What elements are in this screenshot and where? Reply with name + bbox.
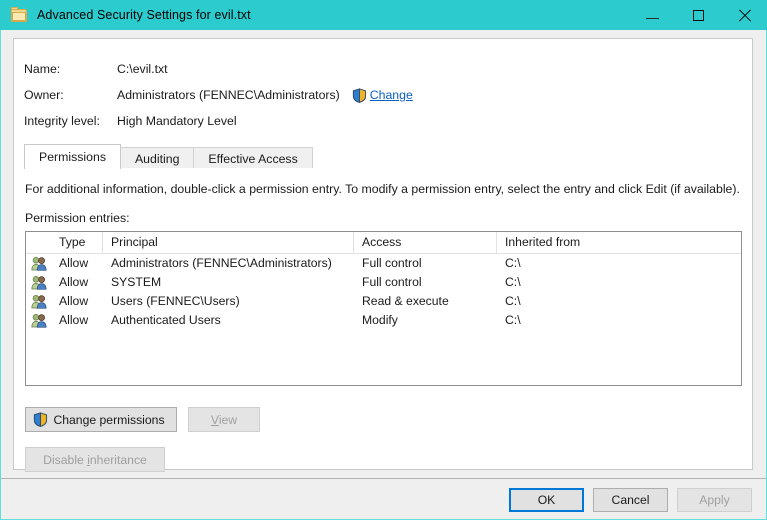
table-row[interactable]: Allow Administrators (FENNEC\Administrat… (26, 254, 741, 273)
cell-inherited-from: C:\ (497, 292, 741, 311)
cell-access: Full control (354, 273, 497, 292)
cell-type: Allow (51, 273, 103, 292)
disable-inheritance-button[interactable]: Disable inheritance (25, 447, 165, 472)
cell-access: Full control (354, 254, 497, 273)
advanced-security-settings-window: Advanced Security Settings for evil.txt … (0, 0, 767, 520)
group-icon (31, 275, 47, 290)
view-button[interactable]: View (188, 407, 260, 432)
cell-principal: Users (FENNEC\Users) (103, 292, 354, 311)
table-row[interactable]: Allow Users (FENNEC\Users) Read & execut… (26, 292, 741, 311)
owner-row: Owner: Administrators (FENNEC\Administra… (24, 82, 724, 108)
cell-inherited-from: C:\ (497, 273, 741, 292)
caption-buttons (629, 0, 767, 30)
table-header-row: Type Principal Access Inherited from (26, 232, 741, 254)
uac-shield-icon (33, 412, 48, 427)
maximize-icon (693, 10, 704, 21)
minimize-icon (646, 18, 659, 19)
group-icon (31, 313, 47, 328)
disable-inheritance-pre: Disable (43, 453, 87, 467)
footer-button-bar: OK Cancel Apply (509, 488, 752, 512)
cell-type: Allow (51, 254, 103, 273)
table-row[interactable]: Allow SYSTEM Full control C:\ (26, 273, 741, 292)
file-info-section: Name: C:\evil.txt Owner: Administrators … (24, 56, 724, 134)
tab-strip-underline (24, 168, 743, 169)
title-bar: Advanced Security Settings for evil.txt (0, 0, 767, 30)
table-row[interactable]: Allow Authenticated Users Modify C:\ (26, 311, 741, 330)
cell-inherited-from: C:\ (497, 254, 741, 273)
permission-entries-list[interactable]: Type Principal Access Inherited from (25, 231, 742, 386)
column-header-inherited-from[interactable]: Inherited from (497, 232, 741, 253)
cell-access: Modify (354, 311, 497, 330)
cancel-button[interactable]: Cancel (593, 488, 668, 512)
cell-principal: Authenticated Users (103, 311, 354, 330)
cell-type: Allow (51, 292, 103, 311)
instruction-text: For additional information, double-click… (25, 182, 740, 196)
integrity-label: Integrity level: (24, 114, 117, 128)
column-header-type[interactable]: Type (51, 232, 103, 253)
cell-principal: Administrators (FENNEC\Administrators) (103, 254, 354, 273)
ok-button[interactable]: OK (509, 488, 584, 512)
column-header-icon (26, 232, 51, 253)
permission-entries-label: Permission entries: (25, 211, 130, 225)
folder-icon (11, 7, 29, 23)
uac-shield-icon (352, 88, 367, 103)
apply-button[interactable]: Apply (677, 488, 752, 512)
group-icon (31, 294, 47, 309)
tab-strip: Permissions Auditing Effective Access (24, 144, 312, 169)
change-owner-action[interactable]: Change (352, 88, 413, 103)
column-header-principal[interactable]: Principal (103, 232, 354, 253)
owner-label: Owner: (24, 88, 117, 102)
tab-permissions[interactable]: Permissions (24, 144, 121, 169)
owner-value: Administrators (FENNEC\Administrators) (117, 88, 340, 102)
footer-separator (1, 478, 766, 479)
dialog-content-panel: Name: C:\evil.txt Owner: Administrators … (13, 38, 753, 470)
close-icon (738, 9, 751, 22)
cell-inherited-from: C:\ (497, 311, 741, 330)
integrity-row: Integrity level: High Mandatory Level (24, 108, 724, 134)
name-value: C:\evil.txt (117, 62, 168, 76)
integrity-value: High Mandatory Level (117, 114, 237, 128)
window-title: Advanced Security Settings for evil.txt (37, 8, 251, 22)
cell-principal: SYSTEM (103, 273, 354, 292)
maximize-button[interactable] (675, 0, 721, 30)
close-button[interactable] (721, 0, 767, 30)
disable-inheritance-rest: nheritance (90, 453, 147, 467)
cell-access: Read & execute (354, 292, 497, 311)
change-permissions-label: Change permissions (53, 413, 164, 427)
name-row: Name: C:\evil.txt (24, 56, 724, 82)
name-label: Name: (24, 62, 117, 76)
change-permissions-button[interactable]: Change permissions (25, 407, 177, 432)
group-icon (31, 256, 47, 271)
change-owner-link[interactable]: Change (370, 88, 413, 102)
tab-effective-access[interactable]: Effective Access (193, 147, 312, 169)
tab-auditing[interactable]: Auditing (120, 147, 194, 169)
cell-type: Allow (51, 311, 103, 330)
view-label-rest: iew (219, 413, 237, 427)
view-accel: V (211, 413, 219, 427)
column-header-access[interactable]: Access (354, 232, 497, 253)
minimize-button[interactable] (629, 0, 675, 30)
